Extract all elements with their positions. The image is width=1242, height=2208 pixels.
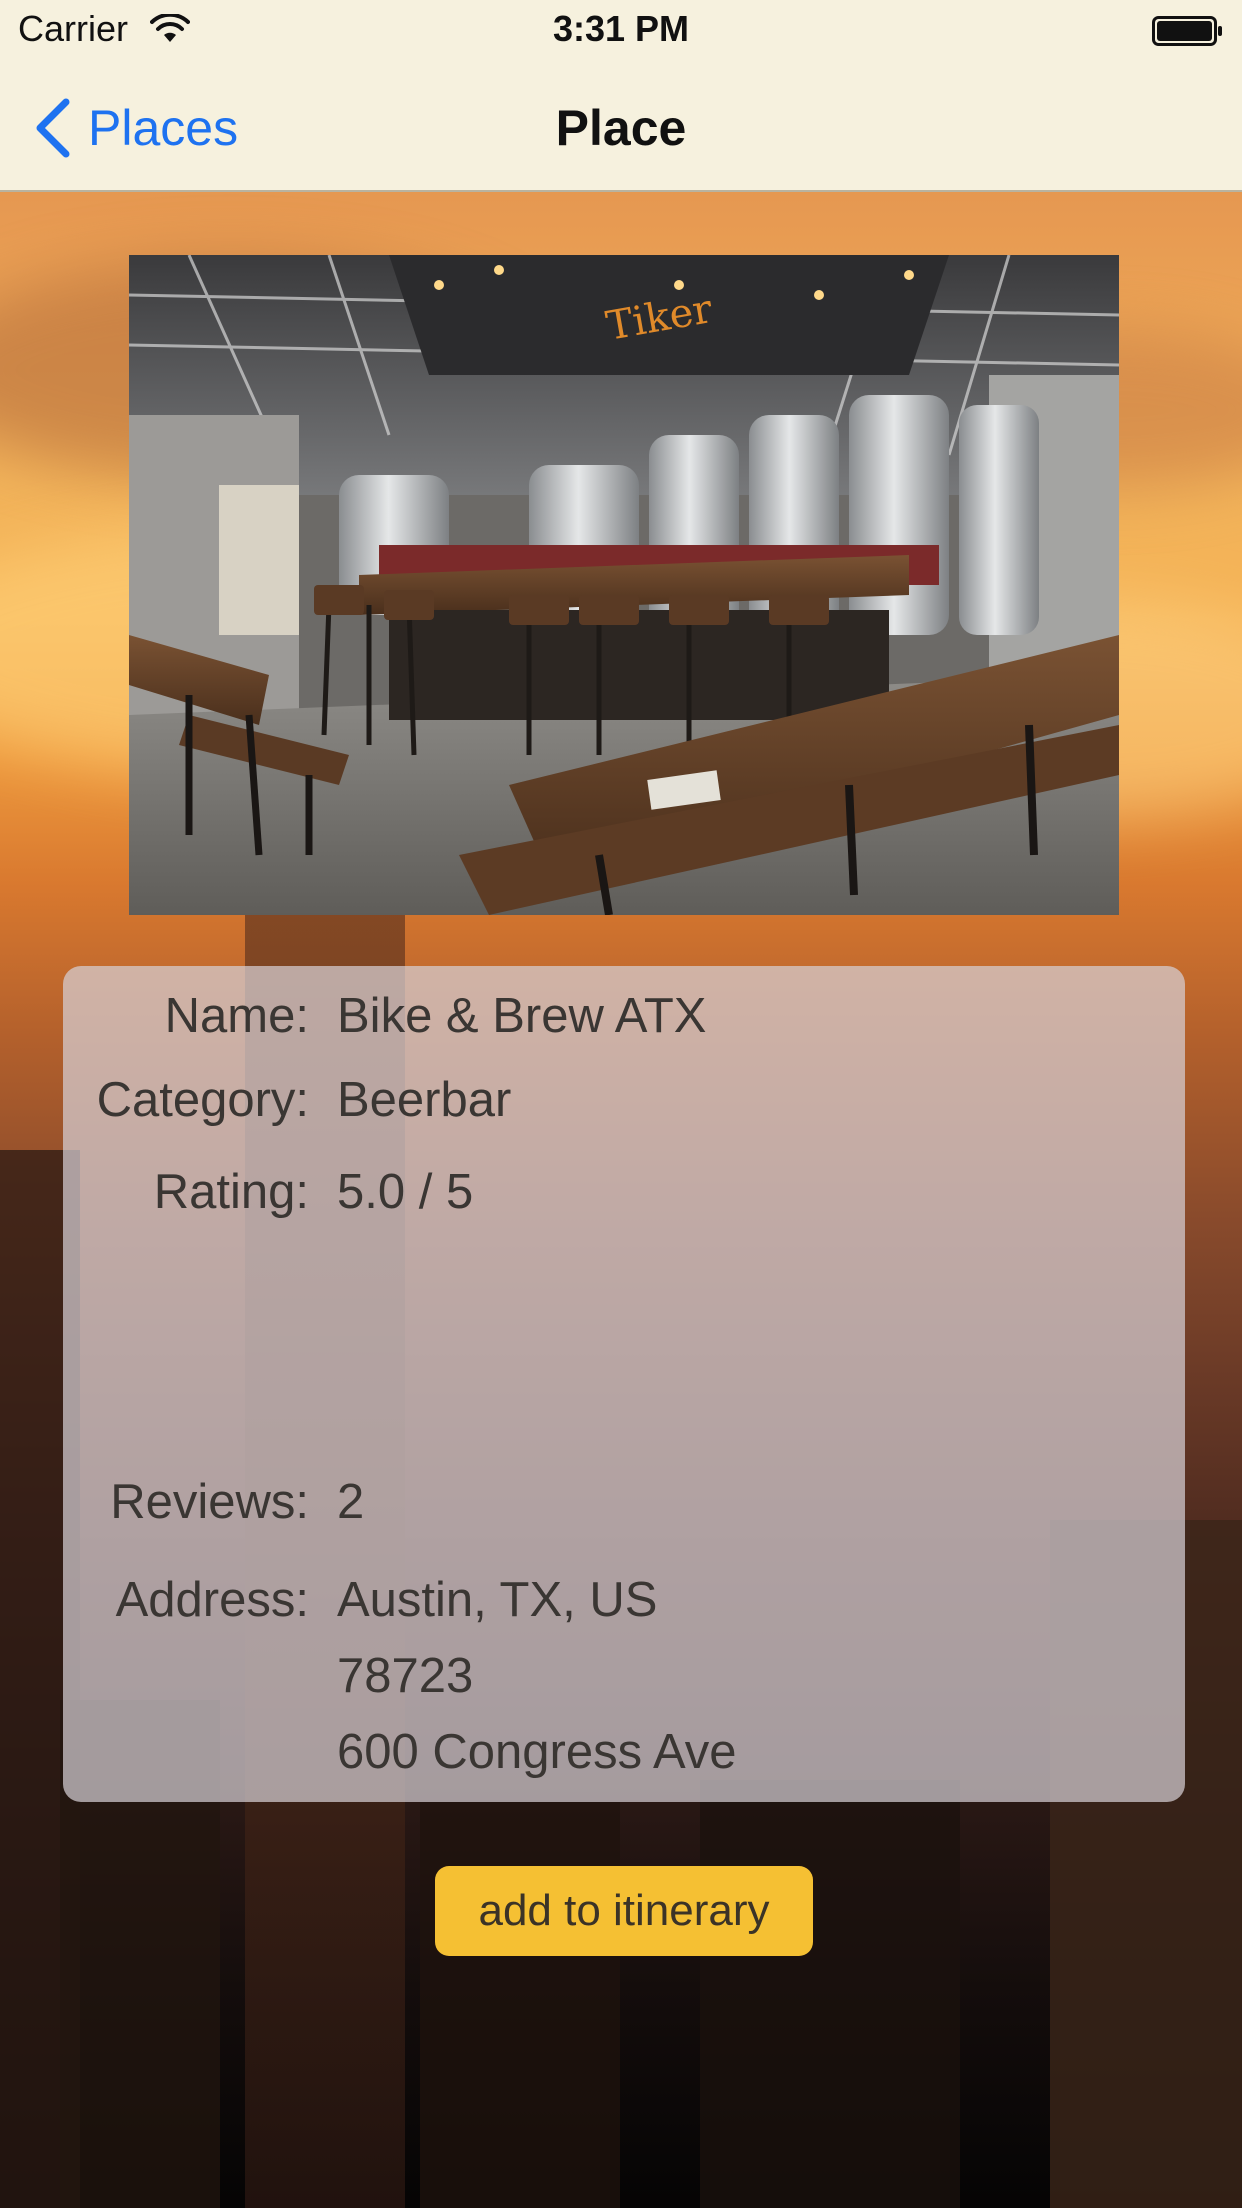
page-title: Place: [555, 100, 687, 156]
place-screen: Carrier 3:31 PM Places Place Tiker Name:…: [0, 0, 1242, 2208]
reviews-value: 2: [337, 1475, 365, 1529]
address-label: Address:: [115, 1573, 309, 1627]
address-line: Austin, TX, US: [337, 1573, 658, 1627]
address-line: 78723: [337, 1649, 474, 1703]
category-value: Beerbar: [337, 1073, 512, 1127]
add-to-itinerary-button[interactable]: add to itinerary: [435, 1866, 813, 1956]
navigation-bar: Carrier 3:31 PM Places Place: [0, 0, 1242, 192]
rating-value: 5.0 / 5: [337, 1165, 474, 1219]
status-time: 3:31 PM: [552, 8, 690, 49]
background-building: [700, 1780, 960, 2208]
rating-label: Rating:: [153, 1165, 309, 1219]
reviews-label: Reviews:: [110, 1475, 309, 1529]
place-details-card: Name: Bike & Brew ATX Category: Beerbar …: [63, 966, 1185, 1802]
background-building: [420, 1800, 620, 2208]
name-value: Bike & Brew ATX: [337, 989, 707, 1043]
address-line: 600 Congress Ave: [337, 1725, 737, 1779]
category-label: Category:: [96, 1073, 309, 1127]
name-label: Name:: [164, 989, 309, 1043]
place-photo: Tiker: [129, 255, 1119, 915]
brewery-interior-image: Tiker: [129, 255, 1119, 915]
address-value: Austin, TX, US 78723 600 Congress Ave: [337, 1562, 737, 1790]
battery-icon: [1152, 16, 1222, 46]
